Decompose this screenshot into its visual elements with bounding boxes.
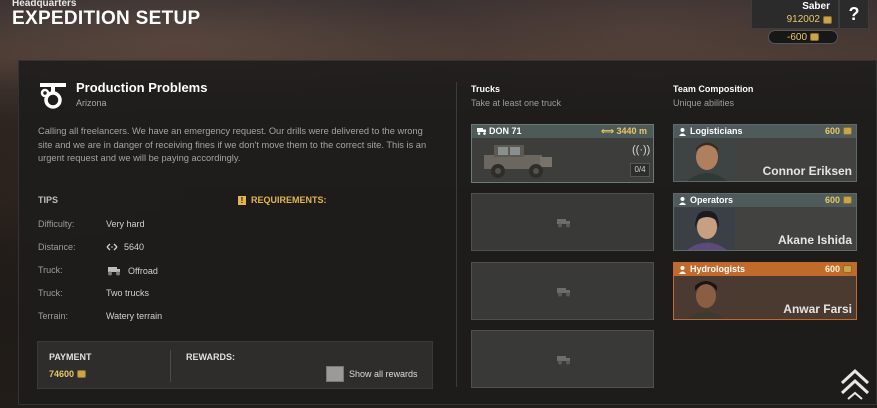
team-role: Operators — [690, 195, 734, 205]
money-value: 912002 — [786, 14, 820, 25]
divider — [170, 350, 171, 382]
user-panel: Saber 912002 — [751, 0, 839, 29]
team-subheading: Unique abilities — [673, 98, 735, 108]
company-logo-icon — [40, 83, 66, 109]
requirements-label: REQUIREMENTS: — [251, 195, 327, 205]
coin-icon — [810, 33, 819, 41]
add-truck-icon — [557, 288, 570, 297]
portrait-akane — [675, 208, 735, 250]
coin-icon — [843, 196, 852, 204]
payment-label: PAYMENT — [49, 352, 92, 362]
trucks-heading: Trucks — [471, 84, 501, 94]
cost-value: -600 — [786, 31, 807, 43]
team-member-name: Anwar Farsi — [783, 302, 852, 316]
truck-slot-empty[interactable] — [471, 330, 654, 388]
truck-name: DON 71 — [489, 126, 522, 136]
team-member-card[interactable]: Logisticians 600 Connor Eriksen — [673, 124, 857, 182]
mission-title: Production Problems — [76, 80, 208, 95]
tip-label: Difficulty: — [38, 219, 75, 229]
forward-arrows-icon[interactable] — [838, 363, 872, 401]
payment-value: 74600 — [49, 369, 87, 379]
tip-label: Truck: — [38, 288, 63, 298]
add-truck-icon — [557, 219, 570, 228]
page-title: EXPEDITION SETUP — [12, 8, 201, 29]
warning-icon: ! — [238, 195, 246, 205]
team-card-header: Hydrologists 600 — [674, 263, 856, 276]
person-icon — [679, 128, 686, 136]
user-name: Saber — [802, 1, 830, 12]
truck-slot-empty[interactable] — [471, 193, 654, 251]
money-display: 912002 — [787, 14, 832, 25]
truck-icon — [477, 128, 486, 135]
help-button[interactable]: ? — [839, 0, 869, 29]
distance-icon: ⟺ — [601, 126, 617, 136]
team-member-name: Akane Ishida — [777, 233, 852, 247]
truck-image — [484, 145, 552, 178]
coin-icon — [843, 127, 852, 135]
team-cost-value: 600 — [824, 264, 840, 274]
mission-location: Arizona — [76, 98, 107, 108]
team-cost-value: 600 — [824, 126, 840, 136]
requirements-heading: ! REQUIREMENTS: — [238, 195, 327, 205]
trucks-subheading: Take at least one truck — [471, 98, 562, 108]
tip-value: Watery terrain — [106, 311, 162, 321]
rewards-label: REWARDS: — [186, 352, 235, 362]
team-heading: Team Composition — [673, 84, 754, 94]
coin-icon — [823, 15, 832, 24]
show-all-label: Show all rewards — [349, 369, 418, 379]
show-all-checkbox[interactable] — [326, 366, 344, 382]
add-truck-icon — [557, 356, 570, 365]
team-member-name: Connor Eriksen — [762, 164, 852, 178]
truck-slot-selected[interactable]: DON 71 ⟺ 3440 m ((·)) 0/4 — [471, 124, 654, 183]
team-role: Hydrologists — [690, 264, 746, 274]
portrait-anwar — [675, 277, 735, 319]
tip-value: Two trucks — [106, 288, 149, 298]
person-icon — [679, 266, 686, 274]
truck-distance: ⟺ 3440 m — [601, 126, 647, 137]
radio-signal-icon: ((·)) — [632, 144, 651, 156]
distance-icon — [106, 243, 118, 251]
tip-value: Very hard — [106, 219, 145, 229]
truck-card-header: DON 71 ⟺ 3440 m — [472, 125, 653, 138]
team-card-header: Logisticians 600 — [674, 125, 856, 138]
tip-value: 5640 — [106, 242, 144, 252]
team-card-header: Operators 600 — [674, 194, 856, 207]
payment-box: PAYMENT 74600 REWARDS: Show all rewards — [37, 341, 433, 389]
tip-value-text: 5640 — [124, 242, 145, 252]
tip-value: Offroad — [106, 265, 158, 276]
coin-icon — [77, 370, 87, 378]
cost-indicator: -600 — [768, 30, 838, 44]
mission-description: Calling all freelancers. We have an emer… — [38, 126, 427, 163]
team-role: Logisticians — [690, 126, 743, 136]
payment-amount: 74600 — [49, 369, 75, 379]
truck-capacity: 0/4 — [630, 163, 650, 177]
team-member-card[interactable]: Operators 600 Akane Ishida — [673, 193, 857, 251]
person-icon — [679, 197, 686, 205]
team-cost: 600 — [825, 195, 852, 205]
tip-label: Terrain: — [38, 311, 69, 321]
team-cost: 600 — [825, 126, 852, 136]
tip-value-text: Very hard — [106, 219, 145, 229]
team-cost: 600 — [825, 264, 852, 274]
show-all-rewards-toggle[interactable]: Show all rewards — [326, 366, 418, 382]
tip-label: Distance: — [38, 242, 76, 252]
tip-label: Truck: — [38, 265, 63, 275]
column-divider — [456, 82, 457, 387]
coin-icon — [843, 265, 852, 273]
tips-heading: TIPS — [38, 195, 59, 205]
portrait-connor — [675, 139, 735, 181]
tip-value-text: Offroad — [128, 265, 158, 276]
truck-slot-empty[interactable] — [471, 262, 654, 320]
team-member-card-selected[interactable]: Hydrologists 600 Anwar Farsi — [673, 262, 857, 320]
team-cost-value: 600 — [824, 195, 840, 205]
offroad-truck-icon — [108, 267, 120, 276]
tip-value-text: Watery terrain — [106, 311, 163, 321]
tip-value-text: Two trucks — [106, 288, 150, 298]
truck-distance-value: 3440 m — [616, 126, 647, 136]
